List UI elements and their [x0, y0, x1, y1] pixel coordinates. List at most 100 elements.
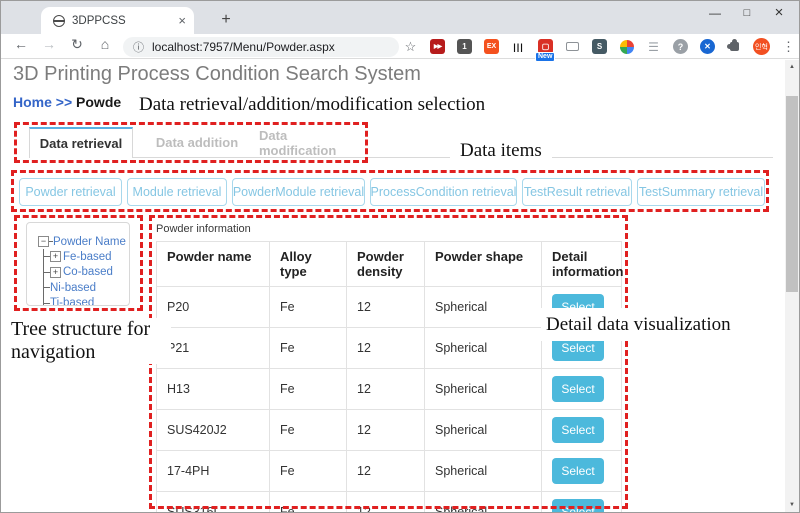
table-row: H13 Fe 12 Spherical Select — [157, 369, 622, 410]
tree-root-node[interactable]: − Powder Name — [38, 234, 129, 249]
extensions-puzzle-icon[interactable] — [730, 42, 739, 51]
tree-item-fe-based[interactable]: + Fe-based — [44, 249, 129, 265]
extension-row: ☆ ▶▶ 1 EX ||| ▢ New S ☰ ? ✕ 인혁 ⋮ — [397, 34, 800, 59]
photos-extension-icon[interactable] — [620, 40, 634, 54]
tree-item-label[interactable]: Co-based — [63, 266, 113, 278]
new-tab-button[interactable]: + — [214, 8, 238, 32]
tree-navigation-panel: − Powder Name + Fe-based + Co-based Ni-b… — [26, 222, 130, 306]
cell-powder-shape: Spherical — [425, 492, 542, 513]
cell-alloy-type: Fe — [270, 369, 347, 410]
testsummary-retrieval-button[interactable]: TestSummary retrieval — [637, 178, 765, 206]
annotation-data-items-label: Data items — [450, 140, 552, 162]
cell-powder-density: 12 — [347, 369, 425, 410]
retrieval-button-row: Powder retrieval Module retrieval Powder… — [19, 178, 765, 206]
powder-retrieval-button[interactable]: Powder retrieval — [19, 178, 122, 206]
s-extension-icon[interactable]: S — [592, 39, 607, 54]
maximize-button[interactable]: □ — [731, 1, 763, 27]
scroll-up-icon[interactable]: ▲ — [785, 64, 799, 70]
browser-tab[interactable]: 3DPPCSS × — [41, 7, 194, 34]
table-row: SUS420J2 Fe 12 Spherical Select — [157, 410, 622, 451]
tree-item-label[interactable]: Ni-based — [50, 282, 96, 294]
tab-data-retrieval[interactable]: Data retrieval — [29, 127, 133, 158]
cell-powder-name: 17-4PH — [157, 451, 270, 492]
cell-powder-density: 12 — [347, 410, 425, 451]
profile-avatar[interactable]: 인혁 — [753, 38, 770, 55]
column-header: Powder density — [347, 242, 425, 287]
tree-item-label[interactable]: Fe-based — [63, 251, 112, 263]
annotation-detail-label: Detail data visualization — [541, 308, 756, 341]
scrollbar-thumb[interactable] — [786, 96, 798, 292]
column-header: Powder name — [157, 242, 270, 287]
cell-powder-density: 12 — [347, 328, 425, 369]
column-header: Detail information — [542, 242, 622, 287]
tree-item-ti-based[interactable]: Ti-based — [44, 296, 129, 307]
page-scrollbar[interactable]: ▲ ▼ — [785, 60, 799, 512]
table-row: 17-4PH Fe 12 Spherical Select — [157, 451, 622, 492]
cell-powder-shape: Spherical — [425, 287, 542, 328]
ex-extension-icon[interactable]: EX — [484, 39, 499, 54]
cell-powder-density: 12 — [347, 451, 425, 492]
help-extension-icon[interactable]: ? — [673, 39, 688, 54]
cell-alloy-type: Fe — [270, 287, 347, 328]
cell-alloy-type: Fe — [270, 410, 347, 451]
tree-item-ni-based[interactable]: Ni-based — [44, 280, 129, 296]
stripes-extension-icon[interactable]: ||| — [511, 39, 526, 54]
minimize-button[interactable]: — — [699, 1, 731, 27]
scroll-down-icon[interactable]: ▼ — [785, 502, 799, 508]
annotation-tree-label: Tree structure for navigation — [11, 318, 171, 364]
tab-title: 3DPPCSS — [72, 15, 171, 27]
favicon-globe-icon — [53, 15, 65, 27]
back-icon[interactable]: ← — [11, 36, 31, 52]
site-info-icon[interactable]: ⓘ — [133, 39, 144, 55]
tree-item-label[interactable]: Ti-based — [50, 297, 94, 306]
bookmark-star-icon[interactable]: ☆ — [405, 39, 417, 55]
url-text[interactable]: localhost:7957/Menu/Powder.aspx — [152, 40, 335, 54]
tab-counter-extension-icon[interactable]: 1 — [457, 39, 472, 54]
processcondition-retrieval-button[interactable]: ProcessCondition retrieval — [370, 178, 517, 206]
cell-alloy-type: Fe — [270, 451, 347, 492]
cell-powder-density: 12 — [347, 492, 425, 513]
address-bar[interactable]: ⓘ localhost:7957/Menu/Powder.aspx — [123, 37, 399, 57]
expand-icon[interactable]: + — [50, 251, 61, 262]
select-button[interactable]: Select — [552, 376, 604, 402]
new-badge: New — [535, 52, 555, 62]
browser-menu-icon[interactable]: ⋮ — [782, 39, 795, 55]
column-header: Alloy type — [270, 242, 347, 287]
powdermodule-retrieval-button[interactable]: PowderModule retrieval — [232, 178, 365, 206]
powder-table: Powder name Alloy type Powder density Po… — [156, 241, 622, 513]
module-retrieval-button[interactable]: Module retrieval — [127, 178, 227, 206]
select-button[interactable]: Select — [552, 417, 604, 443]
x-extension-icon[interactable]: ✕ — [700, 39, 715, 54]
select-button[interactable]: Select — [552, 458, 604, 484]
breadcrumb-home-link[interactable]: Home — [13, 94, 52, 110]
close-button[interactable]: × — [763, 1, 795, 27]
testresult-retrieval-button[interactable]: TestResult retrieval — [522, 178, 632, 206]
tree-root-label[interactable]: Powder Name — [53, 236, 126, 248]
capture-extension-icon[interactable] — [566, 42, 579, 51]
list-extension-icon[interactable]: ☰ — [646, 39, 661, 54]
forward-icon[interactable]: → — [39, 36, 59, 52]
column-header: Powder shape — [425, 242, 542, 287]
tab-data-addition[interactable]: Data addition — [151, 127, 243, 158]
home-icon[interactable]: ⌂ — [95, 36, 115, 52]
table-header-row: Powder name Alloy type Powder density Po… — [157, 242, 622, 287]
window-controls: — □ × — [699, 1, 795, 27]
tab-data-modification[interactable]: Data modification — [259, 127, 363, 158]
tab-close-icon[interactable]: × — [178, 13, 186, 28]
collapse-icon[interactable]: − — [38, 236, 49, 247]
breadcrumb-separator: >> — [56, 94, 72, 110]
tree-children: + Fe-based + Co-based Ni-based Ti-based — [43, 249, 129, 306]
annotation-selection-label: Data retrieval/addition/modification sel… — [131, 92, 493, 118]
select-button[interactable]: Select — [552, 499, 604, 513]
cell-powder-name: P21 — [157, 328, 270, 369]
reload-icon[interactable]: ↻ — [67, 36, 87, 53]
cell-alloy-type: Fe — [270, 328, 347, 369]
tree-item-co-based[interactable]: + Co-based — [44, 265, 129, 281]
fast-forward-extension-icon[interactable]: ▶▶ — [430, 39, 445, 54]
expand-icon[interactable]: + — [50, 267, 61, 278]
cell-powder-name: P20 — [157, 287, 270, 328]
cell-powder-name: SUS316L — [157, 492, 270, 513]
cell-alloy-type: Fe — [270, 492, 347, 513]
cell-powder-shape: Spherical — [425, 410, 542, 451]
breadcrumb-current: Powde — [76, 94, 121, 110]
